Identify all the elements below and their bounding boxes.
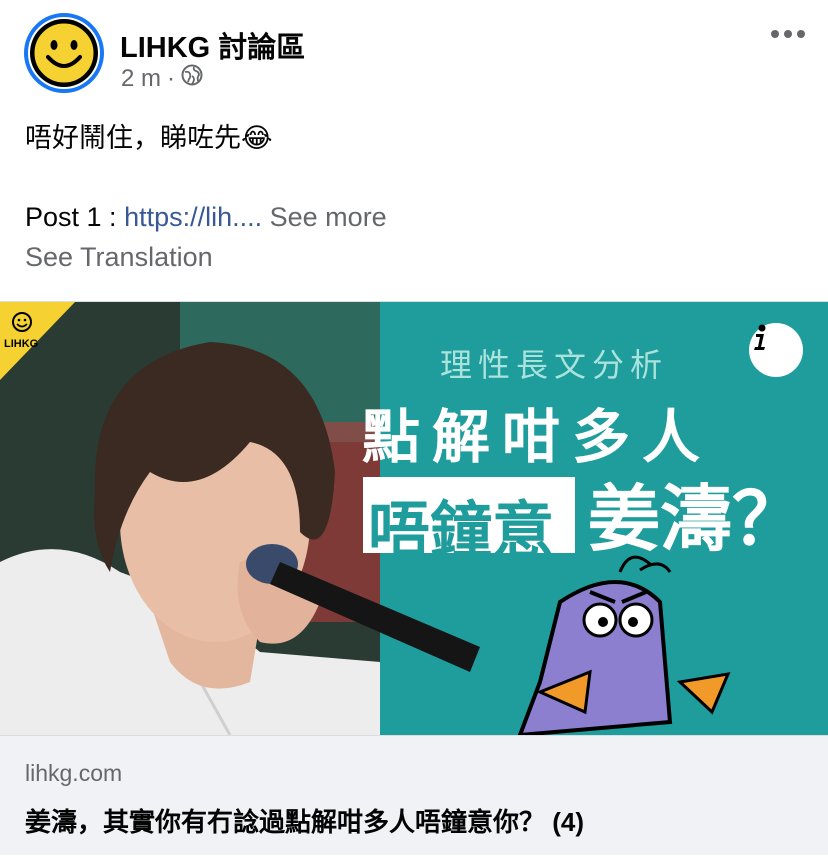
preview-logo-label: LIHKG — [4, 338, 39, 350]
post-meta: 2 m · — [121, 64, 203, 93]
link-caption[interactable]: lihkg.com 姜濤，其實你有冇諗過點解咁多人唔鐘意你？ (4) — [0, 735, 828, 855]
meta-separator: · — [167, 64, 176, 92]
page-avatar[interactable] — [24, 13, 104, 93]
overlay-subtitle: 理性長文分析 — [440, 346, 669, 384]
link-preview-card[interactable]: LIHKG 理性長文分析 點解咁多人 唔鐘意 姜濤？ lihkg.com 姜濤，… — [0, 301, 828, 855]
see-more-button[interactable]: See more — [270, 202, 387, 232]
post-message: 唔好鬧住，睇咗先😂 — [25, 123, 273, 153]
post-link[interactable]: https://lih.... — [124, 202, 262, 232]
smiley-logo-icon — [30, 19, 98, 87]
more-dots-icon[interactable] — [766, 20, 810, 48]
see-translation-button[interactable]: See Translation — [25, 242, 213, 273]
info-icon[interactable] — [749, 323, 803, 377]
link-domain: lihkg.com — [25, 760, 123, 786]
overlay-name: 姜濤？ — [588, 477, 805, 561]
post-prefix: Post 1 : — [25, 202, 125, 232]
post-time[interactable]: 2 m — [121, 65, 161, 93]
post-header: LIHKG 討論區 2 m · — [0, 0, 828, 110]
link-preview-image[interactable]: LIHKG 理性長文分析 點解咁多人 唔鐘意 姜濤？ — [0, 302, 828, 735]
post-message-line2: Post 1 : https://lih.... See more — [25, 202, 387, 233]
page-name[interactable]: LIHKG 討論區 — [120, 24, 305, 66]
overlay-highlight: 唔鐘意 — [368, 494, 555, 567]
link-title[interactable]: 姜濤，其實你有冇諗過點解咁多人唔鐘意你？ (4) — [25, 802, 584, 839]
globe-icon — [181, 64, 203, 93]
